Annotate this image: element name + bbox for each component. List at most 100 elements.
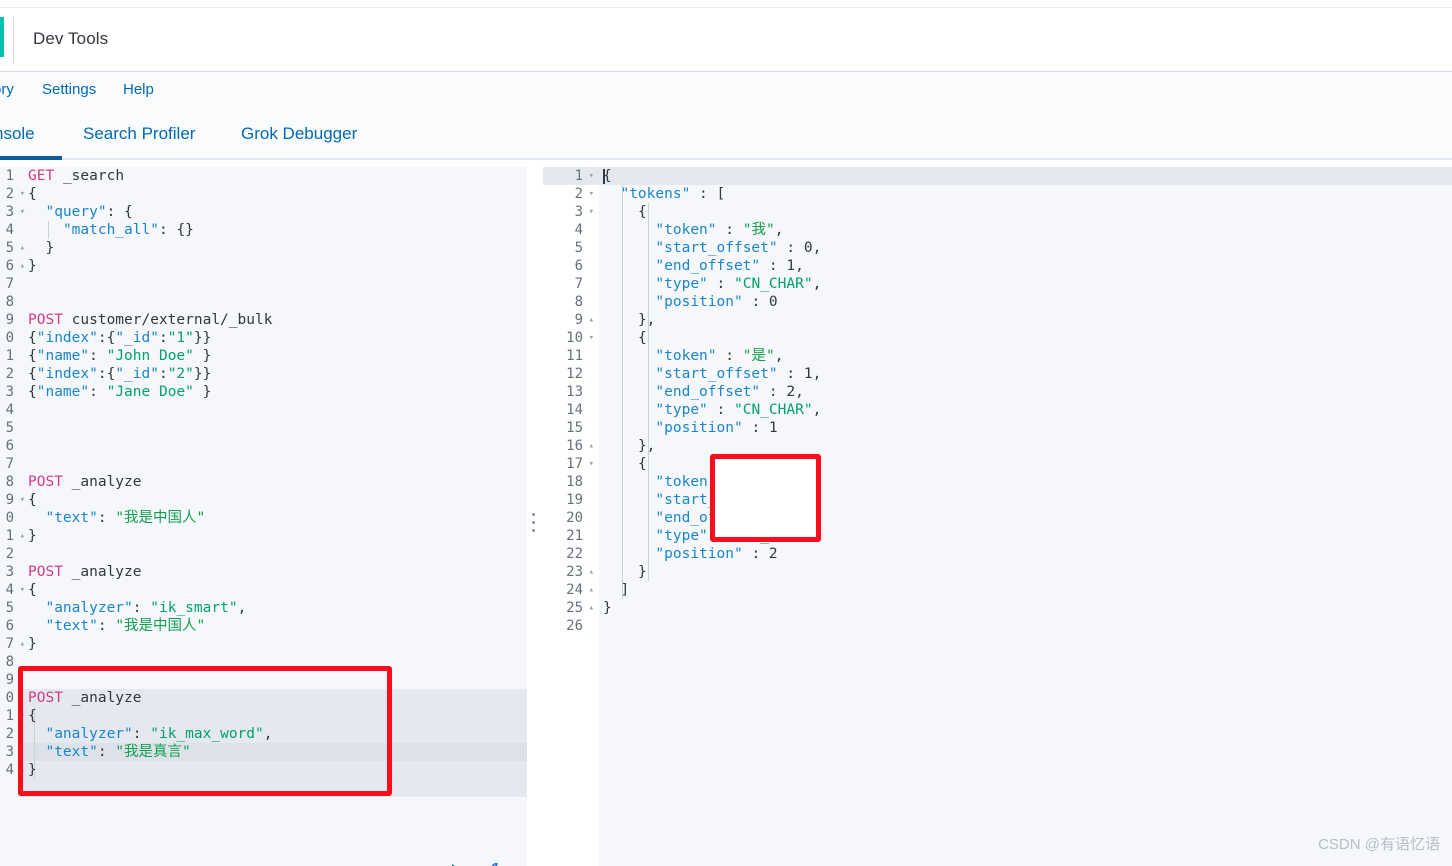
code-line[interactable]: "type" : "CN_CHAR", [603,401,821,419]
code-line[interactable]: "start_offset" : 0, [603,239,821,257]
line-number: 17 ▾ [566,456,594,472]
code-line[interactable] [28,455,272,473]
code-line[interactable]: POST _analyze [28,473,272,491]
brand-accent-bar [0,17,4,57]
line-number: 14 [566,402,583,418]
code-line[interactable]: } [28,527,272,545]
code-line[interactable]: {"index":{"_id":"2"}} [28,365,272,383]
fold-arrow-icon[interactable]: ▾ [589,455,594,473]
menu-item-help[interactable]: Help [123,81,154,98]
fold-arrow-icon[interactable]: ▾ [20,581,25,599]
line-number: 6 [5,438,14,454]
response-code-content[interactable]: { "tokens" : [ { "token" : "我", "start_o… [603,167,821,635]
code-line[interactable]: { [603,329,821,347]
code-line[interactable]: } [603,563,821,581]
code-line[interactable]: "tokens" : [ [603,185,821,203]
code-line[interactable]: ] [603,581,821,599]
code-line[interactable]: } [28,635,272,653]
line-number: 8 [5,294,14,310]
fold-arrow-icon[interactable]: ▴ [20,635,25,653]
line-number: 7 [574,276,583,292]
line-number: 25 ▴ [566,600,594,616]
tab-grok-debugger[interactable]: Grok Debugger [241,124,357,144]
tab-search-profiler[interactable]: Search Profiler [83,124,195,144]
line-number: 7 [5,456,14,472]
fold-arrow-icon[interactable]: ▴ [589,563,594,581]
code-line[interactable]: {"index":{"_id":"1"}} [28,329,272,347]
fold-arrow-icon[interactable]: ▾ [589,329,594,347]
topbar-hairline [0,0,1452,8]
code-line[interactable]: POST customer/external/_bulk [28,311,272,329]
code-line[interactable]: { [28,581,272,599]
code-line[interactable]: "position" : 0 [603,293,821,311]
code-line[interactable]: "token" : "是", [603,347,821,365]
code-line[interactable]: { [28,185,272,203]
code-line[interactable]: "query": { [28,203,272,221]
fold-arrow-icon[interactable]: ▴ [589,311,594,329]
line-number: 3 [5,564,14,580]
code-line[interactable] [28,293,272,311]
code-line[interactable]: { [603,203,821,221]
line-number: 24 ▴ [566,582,594,598]
fold-arrow-icon[interactable]: ▴ [589,581,594,599]
line-number: 21 [566,528,583,544]
tab-console[interactable]: nsole [0,124,35,144]
code-line[interactable]: "type" : "CN_CHAR", [603,275,821,293]
line-number: 11 [566,348,583,364]
fold-arrow-icon[interactable]: ▾ [589,185,594,203]
code-line[interactable]: "position" : 1 [603,419,821,437]
fold-arrow-icon[interactable]: ▾ [20,185,25,203]
code-line[interactable] [28,419,272,437]
line-number: 3 [5,744,14,760]
code-line[interactable] [28,545,272,563]
line-number: 4 ▾ [5,582,25,598]
code-line[interactable]: } [28,239,272,257]
code-line[interactable]: } [603,599,821,617]
code-line[interactable]: { [28,491,272,509]
code-line[interactable]: "analyzer": "ik_smart", [28,599,272,617]
code-line[interactable]: }, [603,311,821,329]
line-number: 2 [5,366,14,382]
fold-arrow-icon[interactable]: ▴ [20,239,25,257]
code-line[interactable]: "text": "我是中国人" [28,617,272,635]
line-number: 4 ▴ [5,762,25,778]
menu-item-history[interactable]: ory [0,81,14,98]
code-line[interactable]: } [28,257,272,275]
code-line[interactable]: {"name": "Jane Doe" } [28,383,272,401]
line-number: 0 [5,690,14,706]
wrench-icon[interactable] [482,861,504,866]
fold-arrow-icon[interactable]: ▾ [20,203,25,221]
line-number: 1 ▾ [5,708,25,724]
code-line[interactable]: }, [603,437,821,455]
code-line[interactable] [28,437,272,455]
code-line[interactable] [28,275,272,293]
fold-arrow-icon[interactable]: ▴ [20,527,25,545]
code-line[interactable]: "match_all": {} [28,221,272,239]
response-editor-pane[interactable]: 1 ▾ 2 ▾ 3 ▾ 4 5 6 7 8 9 ▴ 10 ▾ 11 12 13 14 15 16 ▴ 17 ▾ 18 19 20 21… [543,167,1452,866]
code-line[interactable]: "end_offset" : 1, [603,257,821,275]
code-line[interactable]: GET _search [28,167,272,185]
fold-arrow-icon[interactable]: ▴ [589,599,594,617]
code-line[interactable]: { [603,167,821,185]
menu-item-settings[interactable]: Settings [42,81,96,98]
code-line[interactable]: POST _analyze [28,563,272,581]
code-line[interactable]: "start_offset" : 1, [603,365,821,383]
code-line[interactable] [603,617,821,635]
fold-arrow-icon[interactable]: ▾ [589,203,594,221]
code-line[interactable] [28,401,272,419]
fold-arrow-icon[interactable]: ▾ [589,167,594,185]
code-line[interactable]: "end_offset" : 2, [603,383,821,401]
code-line[interactable]: "position" : 2 [603,545,821,563]
line-number: 1 [5,348,14,364]
line-number: 13 [566,384,583,400]
line-number: 6 [574,258,583,274]
pane-resize-handle[interactable] [532,513,536,535]
menu-bar: ory Settings Help [0,72,1452,112]
code-line[interactable]: "token" : "我", [603,221,821,239]
fold-arrow-icon[interactable]: ▴ [20,257,25,275]
code-line[interactable]: "text": "我是中国人" [28,509,272,527]
fold-arrow-icon[interactable]: ▴ [589,437,594,455]
topbar-divider [13,17,14,65]
code-line[interactable]: {"name": "John Doe" } [28,347,272,365]
fold-arrow-icon[interactable]: ▾ [20,491,25,509]
